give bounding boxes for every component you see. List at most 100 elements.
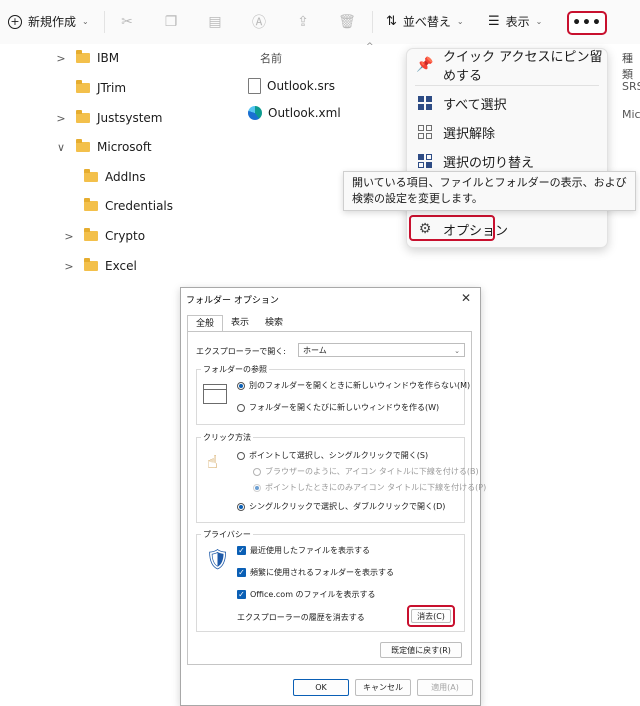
button-label: キャンセル: [363, 683, 403, 692]
radio-new-window[interactable]: フォルダーを開くたびに新しいウィンドウを作る(W): [237, 402, 439, 413]
browse-folders-group: フォルダーの参照 別のフォルダーを開くときに新しいウィンドウを作らない(M) フ…: [196, 364, 470, 425]
nav-item-label: Excel: [105, 259, 137, 272]
new-button[interactable]: + 新規作成 ⌄: [8, 13, 89, 30]
sort-button[interactable]: ⇅ 並べ替え ⌄: [386, 13, 464, 30]
folder-icon: [76, 110, 90, 123]
nav-item-label: IBM: [97, 51, 120, 65]
clear-history-button[interactable]: 消去(C): [411, 609, 451, 623]
folder-options-dialog: フォルダー オプション ✕ 全般 表示 検索 エクスプローラーで開く: ホーム …: [180, 287, 486, 706]
checkbox[interactable]: ✓: [237, 546, 246, 555]
apply-button[interactable]: 適用(A): [417, 679, 473, 696]
view-lines-icon: ☰: [488, 14, 500, 29]
privacy-group: プライバシー 🛡 ✓ 最近使用したファイルを表示する ✓ 頻繁に使用されるフォル…: [196, 529, 465, 632]
radio-same-window[interactable]: 別のフォルダーを開くときに新しいウィンドウを作らない(M): [237, 380, 470, 391]
checkbox[interactable]: ✓: [237, 590, 246, 599]
file-row[interactable]: Outlook.xml: [248, 106, 341, 120]
folder-icon: [84, 258, 98, 271]
radio-button[interactable]: [253, 483, 261, 492]
radio-button[interactable]: [253, 467, 261, 476]
folder-icon: [76, 50, 90, 63]
radio-button[interactable]: [237, 403, 245, 412]
nav-item-microsoft[interactable]: ∨ Microsoft: [54, 133, 152, 161]
chevron-down-icon[interactable]: ∨: [54, 141, 68, 154]
rename-icon[interactable]: Ⓐ: [250, 13, 268, 31]
restore-defaults-button[interactable]: 既定値に戻す(R): [380, 642, 462, 658]
checkbox[interactable]: ✓: [237, 568, 246, 577]
checkbox-office-files[interactable]: ✓ Office.com のファイルを表示する: [237, 589, 376, 600]
chevron-right-icon[interactable]: >: [62, 230, 76, 243]
delete-icon[interactable]: 🗑: [338, 13, 356, 31]
nav-item-crypto[interactable]: > Crypto: [62, 222, 145, 250]
nav-item-label: Credentials: [105, 199, 174, 213]
share-icon[interactable]: ⇪: [294, 13, 312, 31]
chevron-down-icon: ⌄: [456, 17, 464, 26]
nav-item-justsystem[interactable]: > Justsystem: [54, 104, 162, 132]
privacy-shield-icon: 🛡: [205, 547, 231, 571]
menu-item-select-none[interactable]: 選択解除: [407, 118, 607, 146]
option-label: 頻繁に使用されるフォルダーを表示する: [250, 568, 394, 577]
menu-item-label: 選択解除: [443, 126, 496, 142]
radio-button[interactable]: [237, 502, 245, 511]
chevron-right-icon[interactable]: >: [54, 112, 68, 125]
more-options-button[interactable]: •••: [567, 11, 607, 35]
paste-icon[interactable]: ▤: [206, 13, 224, 31]
option-label: シングルクリックで選択し、ダブルクリックで開く(D): [249, 502, 446, 511]
menu-item-pin-quick-access[interactable]: 📌 クイック アクセスにピン留めする: [407, 50, 607, 84]
radio-underline-always[interactable]: ブラウザーのように、アイコン タイトルに下線を付ける(B): [253, 466, 479, 477]
nav-item-label: Justsystem: [97, 111, 163, 125]
radio-underline-on-point[interactable]: ポイントしたときにのみアイコン タイトルに下線を付ける(P): [253, 482, 486, 493]
view-button[interactable]: ☰ 表示 ⌄: [488, 13, 542, 30]
cancel-button[interactable]: キャンセル: [355, 679, 411, 696]
sort-button-label: 並べ替え: [402, 15, 451, 29]
radio-double-click[interactable]: シングルクリックで選択し、ダブルクリックで開く(D): [237, 501, 445, 512]
nav-item-addins[interactable]: AddIns: [62, 163, 146, 191]
click-items-group: クリック方法 ☝ ポイントして選択し、シングルクリックで開く(S) ブラウザーの…: [196, 432, 486, 523]
dialog-title: フォルダー オプション: [186, 296, 279, 306]
select-none-icon: [417, 124, 433, 140]
chevron-down-icon: ⌄: [535, 17, 543, 26]
file-name: Outlook.xml: [268, 106, 341, 120]
general-tab-panel: エクスプローラーで開く: ホーム ⌄ フォルダーの参照 別のフォルダーを開くとき…: [187, 331, 486, 665]
chevron-right-icon[interactable]: >: [62, 260, 76, 273]
open-in-select[interactable]: ホーム ⌄: [298, 343, 465, 357]
menu-item-select-all[interactable]: すべて選択: [407, 89, 607, 117]
chevron-right-icon[interactable]: >: [54, 52, 68, 65]
invert-selection-icon: [417, 153, 433, 169]
clear-highlight-frame: 消去(C): [407, 605, 455, 627]
option-label: フォルダーを開くたびに新しいウィンドウを作る(W): [249, 403, 440, 412]
edge-browser-icon: [248, 106, 262, 120]
file-row[interactable]: Outlook.srs: [248, 78, 335, 94]
ellipsis-icon: •••: [572, 15, 602, 31]
column-header-name[interactable]: 名前: [260, 50, 282, 66]
close-icon[interactable]: ✕: [461, 291, 471, 305]
dialog-tabs: 全般 表示 検索: [187, 315, 291, 333]
file-explorer-window: + 新規作成 ⌄ ✂ ❐ ▤ Ⓐ ⇪ 🗑 ⇅ 並べ替え ⌄ ☰ 表示 ⌄ •••…: [0, 0, 640, 272]
nav-item-credentials[interactable]: Credentials: [62, 192, 173, 220]
file-name: Outlook.srs: [267, 79, 335, 93]
menu-item-label: すべて選択: [443, 97, 507, 113]
tab-search[interactable]: 検索: [257, 315, 291, 332]
tab-view[interactable]: 表示: [223, 315, 257, 332]
window-illustration-icon: [203, 384, 227, 404]
column-header-type[interactable]: 種類: [622, 50, 640, 82]
toolbar-divider: [372, 11, 373, 33]
copy-icon[interactable]: ❐: [162, 13, 180, 31]
checkbox-frequent-folders[interactable]: ✓ 頻繁に使用されるフォルダーを表示する: [237, 567, 394, 578]
options-tooltip: 開いている項目、ファイルとフォルダーの表示、および検索の設定を変更します。: [343, 171, 636, 211]
folder-icon: [84, 169, 98, 182]
nav-item-jtrim[interactable]: JTrim: [54, 74, 126, 102]
select-all-icon: [417, 95, 433, 111]
file-type: Mic: [622, 108, 640, 121]
radio-single-click[interactable]: ポイントして選択し、シングルクリックで開く(S): [237, 450, 428, 461]
nav-item-excel[interactable]: > Excel: [62, 252, 137, 272]
pointer-hand-icon: ☝: [207, 452, 218, 473]
nav-item-ibm[interactable]: > IBM: [54, 44, 119, 72]
button-label: 消去(C): [417, 611, 445, 621]
checkbox-recent-files[interactable]: ✓ 最近使用したファイルを表示する: [237, 545, 370, 556]
nav-item-label: AddIns: [105, 170, 146, 184]
ok-button[interactable]: OK: [293, 679, 349, 696]
radio-button[interactable]: [237, 451, 245, 460]
option-label: 最近使用したファイルを表示する: [250, 546, 370, 555]
cut-icon[interactable]: ✂: [118, 13, 136, 31]
radio-button[interactable]: [237, 381, 245, 390]
